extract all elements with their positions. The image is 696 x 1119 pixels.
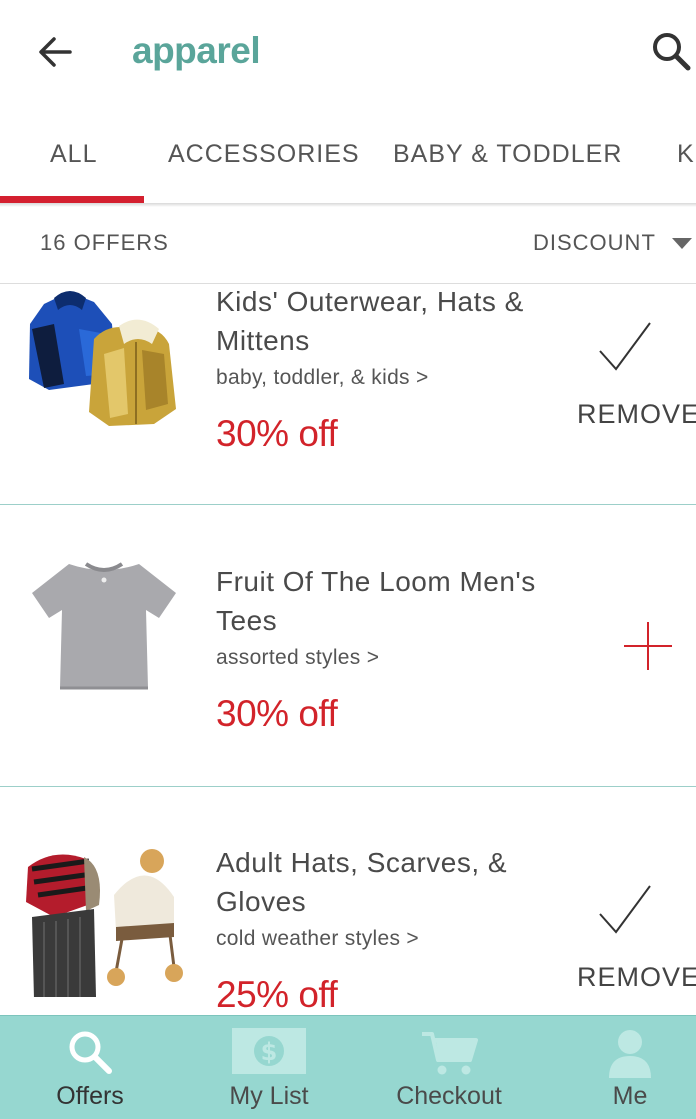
checkmark-icon[interactable] xyxy=(596,319,654,377)
nav-label: Offers xyxy=(56,1082,124,1110)
offer-subtitle[interactable]: cold weather styles > xyxy=(216,927,419,951)
hats-scarves-image xyxy=(26,849,183,997)
remove-button[interactable]: REMOVE xyxy=(577,399,696,430)
offer-title: Fruit Of The Loom Men's Tees xyxy=(216,566,536,636)
nav-label: Checkout xyxy=(396,1082,502,1110)
kids-outerwear-image xyxy=(29,291,176,426)
nav-label: My List xyxy=(229,1082,309,1110)
offer-subtitle[interactable]: baby, toddler, & kids > xyxy=(216,366,429,390)
offer-item[interactable]: Fruit Of The Loom Men's Tees assorted st… xyxy=(0,506,696,787)
sort-dropdown[interactable]: DISCOUNT xyxy=(533,230,656,256)
remove-button[interactable]: REMOVE xyxy=(577,962,696,993)
page-title: apparel xyxy=(132,30,261,71)
offer-list: Kids' Outerwear, Hats & Mittens baby, to… xyxy=(0,284,696,1015)
tshirt-image xyxy=(32,562,176,690)
person-icon xyxy=(609,1030,651,1078)
app-header: apparel xyxy=(0,0,696,106)
offer-subtitle[interactable]: assorted styles > xyxy=(216,646,379,670)
offer-discount: 25% off xyxy=(216,974,338,1015)
chevron-down-icon[interactable] xyxy=(672,238,692,249)
filter-bar: 16 OFFERS DISCOUNT xyxy=(0,207,696,284)
nav-label: Me xyxy=(612,1082,648,1110)
category-tabs: ALL ACCESSORIES BABY & TODDLER K xyxy=(0,106,696,204)
offer-discount: 30% off xyxy=(216,693,338,734)
offer-discount: 30% off xyxy=(216,413,338,454)
offer-item[interactable]: Kids' Outerwear, Hats & Mittens baby, to… xyxy=(0,284,696,505)
arrow-left-icon[interactable] xyxy=(34,30,78,74)
checkmark-icon[interactable] xyxy=(596,882,654,940)
plus-icon[interactable] xyxy=(620,618,676,674)
nav-me[interactable]: Me xyxy=(560,1016,696,1119)
offer-title: Kids' Outerwear, Hats & Mittens xyxy=(216,286,524,356)
bottom-nav: Offers $ My List Checkout Me xyxy=(0,1015,696,1119)
nav-checkout[interactable]: Checkout xyxy=(379,1016,519,1119)
nav-my-list[interactable]: $ My List xyxy=(199,1016,339,1119)
cart-icon xyxy=(422,1032,478,1075)
tab-baby-toddler[interactable]: BABY & TODDLER xyxy=(393,140,622,169)
tab-all[interactable]: ALL xyxy=(50,140,97,169)
active-tab-indicator xyxy=(0,196,144,203)
offer-item[interactable]: Adult Hats, Scarves, & Gloves cold weath… xyxy=(0,787,696,1015)
dollar-bill-icon: $ xyxy=(232,1028,306,1074)
search-icon xyxy=(69,1031,112,1074)
nav-offers[interactable]: Offers xyxy=(20,1016,160,1119)
tab-accessories[interactable]: ACCESSORIES xyxy=(168,140,360,169)
offer-title: Adult Hats, Scarves, & Gloves xyxy=(216,847,508,917)
tab-kids[interactable]: K xyxy=(677,140,695,169)
search-icon[interactable] xyxy=(650,30,692,72)
svg-text:$: $ xyxy=(261,1038,278,1066)
offer-count: 16 OFFERS xyxy=(40,230,169,255)
